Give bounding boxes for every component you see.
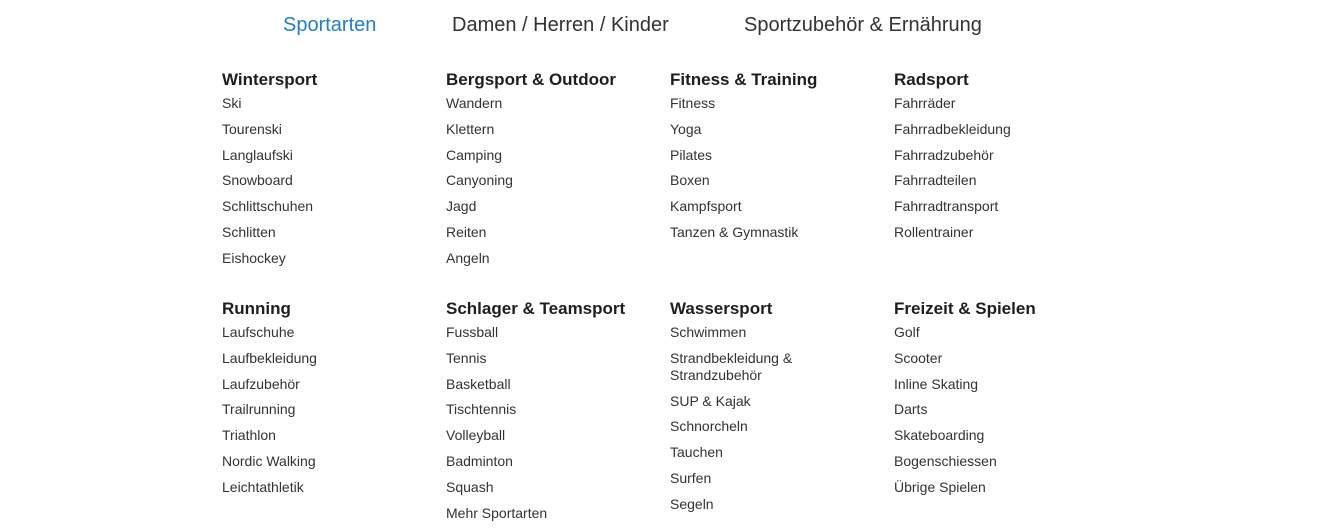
category-heading[interactable]: Radsport <box>894 69 1104 91</box>
category-link[interactable]: Schwimmen <box>670 324 820 341</box>
category-link[interactable]: Schnorcheln <box>670 418 820 435</box>
tab-sportzubehoer-ernaehrung[interactable]: Sportzubehör & Ernährung <box>744 11 982 39</box>
category-link[interactable]: Kampfsport <box>670 198 880 215</box>
category-links: Ski Tourenski Langlaufski Snowboard Schlitts… <box>222 95 432 267</box>
category-wintersport: Wintersport Ski Tourenski Langlaufski Snowb… <box>222 69 432 276</box>
category-link[interactable]: Tourenski <box>222 121 432 138</box>
category-link[interactable]: Boxen <box>670 172 880 189</box>
category-link[interactable]: Tischtennis <box>446 401 656 418</box>
category-link[interactable]: Fahrradzubehör <box>894 147 1104 164</box>
category-links: Golf Scooter Inline Skating Darts Skateboard… <box>894 324 1104 496</box>
category-link[interactable]: Strandbekleidung & Strandzubehör <box>670 350 820 384</box>
category-link[interactable]: Bogenschiessen <box>894 453 1104 470</box>
tab-sportarten[interactable]: Sportarten <box>283 11 376 39</box>
category-link[interactable]: Laufschuhe <box>222 324 432 341</box>
category-fitness-training: Fitness & Training Fitness Yoga Pilates Box… <box>670 69 880 250</box>
category-running: Running Laufschuhe Laufbekleidung Laufzube… <box>222 298 432 505</box>
category-link[interactable]: Snowboard <box>222 172 432 189</box>
category-link[interactable]: Canyoning <box>446 172 656 189</box>
category-links: Fitness Yoga Pilates Boxen Kampfsport Tanzen … <box>670 95 880 241</box>
category-link[interactable]: Klettern <box>446 121 656 138</box>
category-heading[interactable]: Wassersport <box>670 298 820 320</box>
category-link[interactable]: Reiten <box>446 224 656 241</box>
category-link[interactable]: Badminton <box>446 453 656 470</box>
sport-menu-page: Sportarten Damen / Herren / Kinder Sport… <box>0 0 1335 529</box>
category-link[interactable]: Fahrradtransport <box>894 198 1104 215</box>
category-links: Laufschuhe Laufbekleidung Laufzubehör Trail… <box>222 324 432 496</box>
category-links: Fahrräder Fahrradbekleidung Fahrradzubehör… <box>894 95 1104 241</box>
category-link[interactable]: Trailrunning <box>222 401 432 418</box>
category-link[interactable]: Schlittschuhen <box>222 198 432 215</box>
category-link[interactable]: Skateboarding <box>894 427 1104 444</box>
category-link[interactable]: Angeln <box>446 250 656 267</box>
category-link[interactable]: Volleyball <box>446 427 656 444</box>
category-link[interactable]: Segeln <box>670 496 820 513</box>
category-link[interactable]: Wandern <box>446 95 656 112</box>
category-heading[interactable]: Fitness & Training <box>670 69 880 91</box>
category-link[interactable]: Rollentrainer <box>894 224 1104 241</box>
category-link[interactable]: Camping <box>446 147 656 164</box>
category-link[interactable]: Fahrräder <box>894 95 1104 112</box>
category-link[interactable]: Inline Skating <box>894 376 1104 393</box>
category-links: Fussball Tennis Basketball Tischtennis Volle… <box>446 324 656 522</box>
category-heading[interactable]: Running <box>222 298 432 320</box>
category-links: Wandern Klettern Camping Canyoning Jagd Reite… <box>446 95 656 267</box>
category-link[interactable]: Langlaufski <box>222 147 432 164</box>
category-links: Schwimmen Strandbekleidung & Strandzubehö… <box>670 324 820 513</box>
category-link[interactable]: Surfen <box>670 470 820 487</box>
tab-damen-herren-kinder[interactable]: Damen / Herren / Kinder <box>452 11 669 39</box>
category-link[interactable]: Darts <box>894 401 1104 418</box>
category-link[interactable]: Triathlon <box>222 427 432 444</box>
category-heading[interactable]: Bergsport & Outdoor <box>446 69 656 91</box>
category-freizeit-spielen: Freizeit & Spielen Golf Scooter Inline Ska… <box>894 298 1104 505</box>
category-link[interactable]: Tennis <box>446 350 656 367</box>
category-link[interactable]: Scooter <box>894 350 1104 367</box>
category-link[interactable]: Laufbekleidung <box>222 350 432 367</box>
category-heading[interactable]: Schlager & Teamsport <box>446 298 656 320</box>
category-heading[interactable]: Freizeit & Spielen <box>894 298 1104 320</box>
category-link[interactable]: Ski <box>222 95 432 112</box>
category-heading[interactable]: Wintersport <box>222 69 432 91</box>
category-link[interactable]: Squash <box>446 479 656 496</box>
category-link[interactable]: Golf <box>894 324 1104 341</box>
category-link[interactable]: Leichtathletik <box>222 479 432 496</box>
category-link[interactable]: Übrige Spielen <box>894 479 1104 496</box>
category-wassersport: Wassersport Schwimmen Strandbekleidung & … <box>670 298 820 522</box>
category-bergsport-outdoor: Bergsport & Outdoor Wandern Klettern Campi… <box>446 69 656 276</box>
category-link[interactable]: Fahrradteilen <box>894 172 1104 189</box>
category-link[interactable]: Fahrradbekleidung <box>894 121 1104 138</box>
category-link[interactable]: Fussball <box>446 324 656 341</box>
category-radsport: Radsport Fahrräder Fahrradbekleidung Fahrr… <box>894 69 1104 250</box>
category-link[interactable]: SUP & Kajak <box>670 393 820 410</box>
category-link[interactable]: Yoga <box>670 121 880 138</box>
category-link[interactable]: Nordic Walking <box>222 453 432 470</box>
category-link[interactable]: Eishockey <box>222 250 432 267</box>
category-link[interactable]: Schlitten <box>222 224 432 241</box>
category-link[interactable]: Mehr Sportarten <box>446 505 656 522</box>
category-link[interactable]: Tauchen <box>670 444 820 461</box>
category-link[interactable]: Laufzubehör <box>222 376 432 393</box>
category-link[interactable]: Jagd <box>446 198 656 215</box>
category-link[interactable]: Fitness <box>670 95 880 112</box>
category-link[interactable]: Tanzen & Gymnastik <box>670 224 880 241</box>
category-link[interactable]: Pilates <box>670 147 880 164</box>
category-link[interactable]: Basketball <box>446 376 656 393</box>
category-schlager-teamsport: Schlager & Teamsport Fussball Tennis Baske… <box>446 298 656 529</box>
